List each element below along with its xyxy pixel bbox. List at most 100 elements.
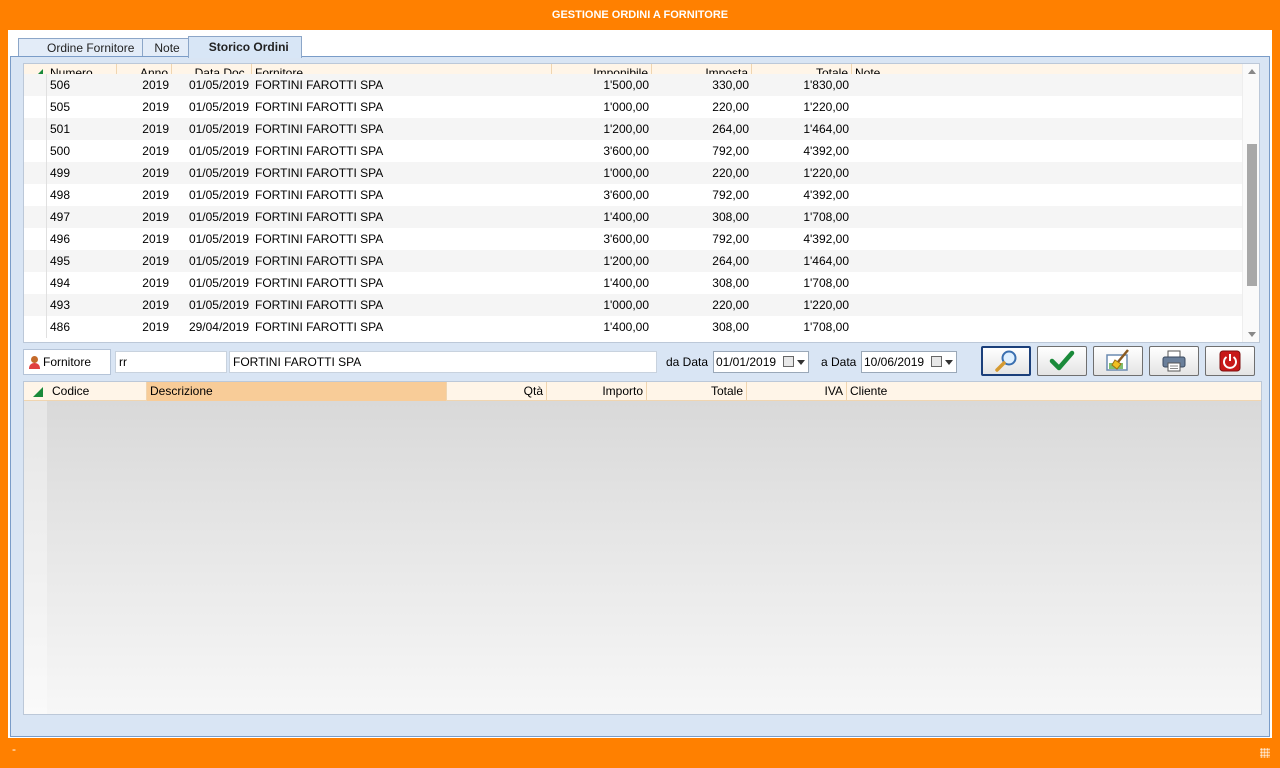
cell-imposta[interactable]: 264,00 [652,118,752,140]
cell-imposta[interactable]: 220,00 [652,96,752,118]
cell-imponibile[interactable]: 1'400,00 [552,272,652,294]
cell-fornitore[interactable]: FORTINI FAROTTI SPA [252,228,552,250]
row-indicator[interactable] [24,96,47,118]
cell-totale[interactable]: 1'708,00 [752,316,852,338]
cell-numero[interactable]: 494 [47,272,117,294]
table-row[interactable]: 498 2019 01/05/2019 FORTINI FAROTTI SPA 3'60… [24,184,1244,206]
cell-anno[interactable]: 2019 [117,206,172,228]
cell-data-doc[interactable]: 01/05/2019 [172,96,252,118]
cell-totale[interactable]: 4'392,00 [752,140,852,162]
chevron-down-icon[interactable] [797,360,805,365]
row-indicator[interactable] [24,316,47,338]
confirm-button[interactable] [1037,346,1087,376]
cell-fornitore[interactable]: FORTINI FAROTTI SPA [252,316,552,338]
cell-imposta[interactable]: 264,00 [652,250,752,272]
cell-imponibile[interactable]: 1'000,00 [552,294,652,316]
cell-data-doc[interactable]: 01/05/2019 [172,162,252,184]
cell-totale[interactable]: 4'392,00 [752,228,852,250]
cell-anno[interactable]: 2019 [117,272,172,294]
row-indicator[interactable] [24,294,47,316]
table-row[interactable]: 495 2019 01/05/2019 FORTINI FAROTTI SPA 1'20… [24,250,1244,272]
cell-data-doc[interactable]: 01/05/2019 [172,74,252,96]
cell-numero[interactable]: 497 [47,206,117,228]
cell-imponibile[interactable]: 1'000,00 [552,162,652,184]
cell-data-doc[interactable]: 01/05/2019 [172,118,252,140]
cell-imponibile[interactable]: 1'500,00 [552,74,652,96]
exit-button[interactable] [1205,346,1255,376]
cell-anno[interactable]: 2019 [117,74,172,96]
cell-data-doc[interactable]: 01/05/2019 [172,228,252,250]
cell-anno[interactable]: 2019 [117,184,172,206]
cell-note[interactable] [852,228,1244,250]
cell-fornitore[interactable]: FORTINI FAROTTI SPA [252,272,552,294]
cell-note[interactable] [852,272,1244,294]
cell-data-doc[interactable]: 01/05/2019 [172,140,252,162]
cell-imposta[interactable]: 308,00 [652,272,752,294]
cell-anno[interactable]: 2019 [117,294,172,316]
cell-note[interactable] [852,140,1244,162]
cell-totale[interactable]: 1'830,00 [752,74,852,96]
col-header-iva[interactable]: IVA [747,382,847,401]
col-header-codice[interactable]: Codice [47,382,147,401]
chevron-down-icon[interactable] [945,360,953,365]
cell-imposta[interactable]: 308,00 [652,316,752,338]
cell-note[interactable] [852,250,1244,272]
cell-numero[interactable]: 493 [47,294,117,316]
clear-button[interactable] [1093,346,1143,376]
row-indicator[interactable] [24,250,47,272]
orders-grid[interactable]: Numero Anno Data Doc. Fornitore Imponibi… [23,63,1260,343]
cell-note[interactable] [852,96,1244,118]
table-row[interactable]: 501 2019 01/05/2019 FORTINI FAROTTI SPA 1'20… [24,118,1244,140]
search-button[interactable] [981,346,1031,376]
row-indicator[interactable] [24,162,47,184]
table-row[interactable]: 506 2019 01/05/2019 FORTINI FAROTTI SPA 1'50… [24,74,1244,96]
cell-fornitore[interactable]: FORTINI FAROTTI SPA [252,96,552,118]
cell-imposta[interactable]: 792,00 [652,140,752,162]
cell-totale[interactable]: 1'464,00 [752,250,852,272]
fornitore-button[interactable]: Fornitore [23,349,111,375]
cell-imposta[interactable]: 308,00 [652,206,752,228]
col-header-totale[interactable]: Totale [647,382,747,401]
cell-note[interactable] [852,184,1244,206]
scroll-down-icon[interactable] [1248,332,1256,337]
cell-imposta[interactable]: 220,00 [652,294,752,316]
col-header-descrizione[interactable]: Descrizione [147,382,447,401]
supplier-code-field[interactable]: rr [115,351,227,373]
cell-fornitore[interactable]: FORTINI FAROTTI SPA [252,162,552,184]
cell-totale[interactable]: 1'708,00 [752,206,852,228]
cell-note[interactable] [852,206,1244,228]
cell-totale[interactable]: 1'220,00 [752,96,852,118]
cell-data-doc[interactable]: 01/05/2019 [172,184,252,206]
col-header-cliente[interactable]: Cliente [847,382,1261,401]
supplier-name-field[interactable]: FORTINI FAROTTI SPA [229,351,657,373]
cell-numero[interactable]: 500 [47,140,117,162]
row-indicator[interactable] [24,206,47,228]
cell-totale[interactable]: 1'220,00 [752,294,852,316]
cell-totale[interactable]: 1'708,00 [752,272,852,294]
tab-storico-ordini[interactable]: Storico Ordini [187,36,302,58]
scroll-up-icon[interactable] [1248,69,1256,74]
cell-data-doc[interactable]: 01/05/2019 [172,206,252,228]
cell-imponibile[interactable]: 1'000,00 [552,96,652,118]
cell-imponibile[interactable]: 1'400,00 [552,316,652,338]
tab-ordine-fornitore[interactable]: Ordine Fornitore [18,38,144,58]
cell-numero[interactable]: 498 [47,184,117,206]
cell-numero[interactable]: 495 [47,250,117,272]
cell-imposta[interactable]: 220,00 [652,162,752,184]
table-row[interactable]: 500 2019 01/05/2019 FORTINI FAROTTI SPA 3'60… [24,140,1244,162]
scroll-thumb[interactable] [1247,144,1257,286]
cell-anno[interactable]: 2019 [117,118,172,140]
cell-imponibile[interactable]: 1'200,00 [552,250,652,272]
cell-anno[interactable]: 2019 [117,228,172,250]
cell-anno[interactable]: 2019 [117,162,172,184]
table-row[interactable]: 505 2019 01/05/2019 FORTINI FAROTTI SPA 1'00… [24,96,1244,118]
cell-imponibile[interactable]: 1'400,00 [552,206,652,228]
cell-fornitore[interactable]: FORTINI FAROTTI SPA [252,184,552,206]
table-row[interactable]: 496 2019 01/05/2019 FORTINI FAROTTI SPA 3'60… [24,228,1244,250]
select-all-corner[interactable] [24,382,47,401]
to-date-picker[interactable]: 10/06/2019 [861,351,957,373]
cell-note[interactable] [852,162,1244,184]
cell-data-doc[interactable]: 01/05/2019 [172,272,252,294]
orders-scrollbar[interactable] [1242,64,1259,342]
cell-note[interactable] [852,74,1244,96]
